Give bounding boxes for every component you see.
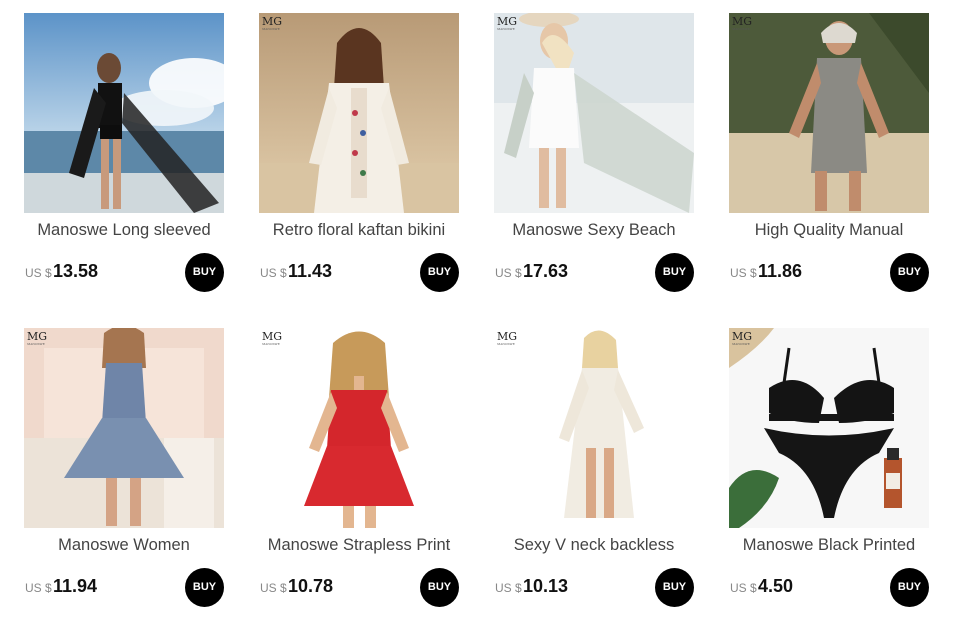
product-image[interactable]: MG MANOSWE <box>494 328 694 528</box>
product-price: 10.13 <box>523 576 569 596</box>
product-price: 11.43 <box>288 261 333 281</box>
price-row: US $ 10.78 BUY <box>259 568 459 608</box>
product-title[interactable]: Manoswe Strapless Print <box>251 536 467 555</box>
price-row: US $ 11.86 BUY <box>729 253 929 293</box>
product-price: 13.58 <box>53 261 99 281</box>
buy-button[interactable]: BUY <box>655 253 694 292</box>
product-price: 11.94 <box>53 576 98 596</box>
brand-logo: MG MANOSWE <box>732 330 753 346</box>
product-image[interactable]: MG MANOSWE <box>259 13 459 213</box>
product-card[interactable]: MG MANOSWE Manoswe Black Printed US $ 4.5… <box>729 328 929 618</box>
currency-label: US $ <box>730 581 757 595</box>
product-price: 4.50 <box>758 576 794 596</box>
price-row: US $ 11.94 BUY <box>24 568 224 608</box>
price-row: US $ 17.63 BUY <box>494 253 694 293</box>
product-card[interactable]: MG MANOSWE Manoswe Strapless Print US $ 1… <box>259 328 459 618</box>
product-photo-black-bikini <box>729 328 929 528</box>
price-row: US $ 4.50 BUY <box>729 568 929 608</box>
product-title[interactable]: Manoswe Sexy Beach <box>486 221 702 240</box>
product-photo-floral-kaftan <box>259 13 459 213</box>
product-card[interactable]: MG MANOSWE Manoswe Sexy Beach US $ 17.63 … <box>494 13 694 303</box>
product-photo-white-lace-cover-up <box>494 328 694 528</box>
product-title[interactable]: Sexy V neck backless <box>486 536 702 555</box>
product-image[interactable]: MG MANOSWE <box>259 328 459 528</box>
product-image[interactable]: MG MANOSWE <box>729 13 929 213</box>
price-row: US $ 11.43 BUY <box>259 253 459 293</box>
currency-label: US $ <box>260 581 287 595</box>
product-card[interactable]: MG MANOSWE Sexy V neck backless US $ 10.1… <box>494 328 694 618</box>
product-grid: Manoswe Long sleeved US $ 13.58 BUY MG M… <box>0 0 958 615</box>
product-price: 11.86 <box>758 261 803 281</box>
product-price: 17.63 <box>523 261 569 281</box>
product-photo-red-strapless-dress <box>259 328 459 528</box>
product-image[interactable]: MG MANOSWE <box>729 328 929 528</box>
currency-label: US $ <box>260 266 287 280</box>
buy-button[interactable]: BUY <box>420 568 459 607</box>
product-card[interactable]: MG MANOSWE High Quality Manual US $ 11.86… <box>729 13 929 303</box>
product-image[interactable] <box>24 13 224 213</box>
product-price: 10.78 <box>288 576 334 596</box>
brand-logo: MG MANOSWE <box>262 15 283 31</box>
product-photo-knit-romper <box>729 13 929 213</box>
product-photo-beach-romper <box>494 13 694 213</box>
buy-button[interactable]: BUY <box>890 568 929 607</box>
product-card[interactable]: MG MANOSWE Retro floral kaftan bikini US … <box>259 13 459 303</box>
product-card[interactable]: MG MANOSWE Manoswe Women US $ 11.94 BUY <box>24 328 224 618</box>
price-row: US $ 13.58 BUY <box>24 253 224 293</box>
brand-logo: MG MANOSWE <box>262 330 283 346</box>
currency-label: US $ <box>25 266 52 280</box>
product-title[interactable]: Retro floral kaftan bikini <box>251 221 467 240</box>
buy-button[interactable]: BUY <box>185 568 224 607</box>
currency-label: US $ <box>730 266 757 280</box>
price-row: US $ 10.13 BUY <box>494 568 694 608</box>
buy-button[interactable]: BUY <box>655 568 694 607</box>
currency-label: US $ <box>495 581 522 595</box>
buy-button[interactable]: BUY <box>420 253 459 292</box>
product-image[interactable]: MG MANOSWE <box>24 328 224 528</box>
product-card[interactable]: Manoswe Long sleeved US $ 13.58 BUY <box>24 13 224 303</box>
product-photo-blue-floral-dress <box>24 328 224 528</box>
currency-label: US $ <box>495 266 522 280</box>
product-title[interactable]: Manoswe Long sleeved <box>16 221 232 240</box>
product-title[interactable]: High Quality Manual <box>721 221 937 240</box>
brand-logo: MG MANOSWE <box>497 330 518 346</box>
buy-button[interactable]: BUY <box>185 253 224 292</box>
product-image[interactable]: MG MANOSWE <box>494 13 694 213</box>
currency-label: US $ <box>25 581 52 595</box>
brand-logo: MG MANOSWE <box>732 15 753 31</box>
product-title[interactable]: Manoswe Black Printed <box>721 536 937 555</box>
buy-button[interactable]: BUY <box>890 253 929 292</box>
product-photo-beach-cover-up <box>24 13 224 213</box>
brand-logo: MG MANOSWE <box>497 15 518 31</box>
brand-logo: MG MANOSWE <box>27 330 48 346</box>
product-title[interactable]: Manoswe Women <box>16 536 232 555</box>
